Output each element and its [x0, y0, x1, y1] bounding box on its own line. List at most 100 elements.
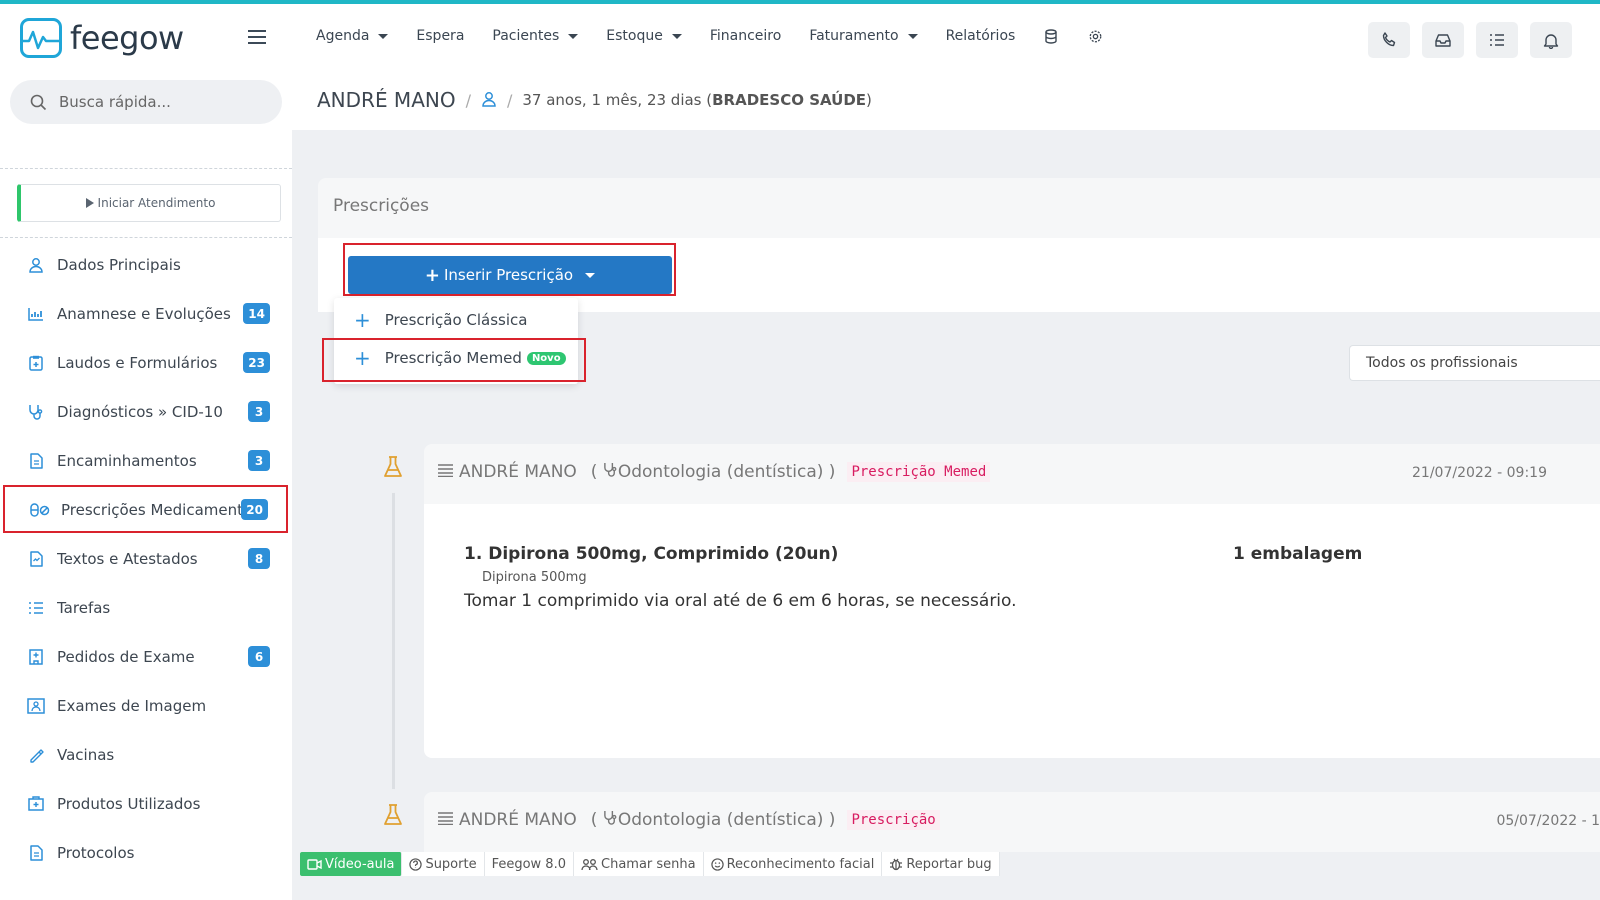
- card-header-left: ANDRÉ MANO ( Odontologia (dentística) ) …: [438, 810, 940, 830]
- start-appointment-label: Iniciar Atendimento: [97, 196, 216, 210]
- inbox-button[interactable]: [1422, 22, 1464, 58]
- stethoscope-icon: [603, 810, 618, 830]
- user-icon: [26, 255, 46, 275]
- list-icon[interactable]: [438, 462, 453, 482]
- sidebar-item-encaminhamentos[interactable]: Encaminhamentos 3: [0, 436, 292, 485]
- caret-down-icon: [568, 33, 579, 39]
- settings-icon[interactable]: [1087, 28, 1103, 44]
- nav-label: Faturamento: [809, 28, 899, 44]
- main-nav: Agenda Espera Pacientes Estoque Financei…: [316, 28, 1131, 44]
- database-icon[interactable]: [1043, 28, 1059, 44]
- panel-title: Prescrições: [333, 196, 430, 216]
- professional-filter-select[interactable]: Todos os profissionais: [1349, 345, 1600, 381]
- caret-down-icon: [378, 33, 389, 39]
- syringe-icon: [26, 745, 46, 765]
- count-badge: 6: [248, 646, 270, 667]
- filter-value: Todos os profissionais: [1366, 355, 1518, 371]
- box-icon: [26, 794, 46, 814]
- nav-agenda[interactable]: Agenda: [316, 28, 389, 44]
- nav-estoque[interactable]: Estoque: [606, 28, 682, 44]
- sidebar-menu: Dados Principais Anamnese e Evoluções 14…: [0, 240, 292, 877]
- nav-label: Agenda: [316, 28, 370, 44]
- dropdown-item-prescricao-classica[interactable]: + Prescrição Clássica: [354, 308, 527, 332]
- image-icon: [26, 696, 46, 716]
- dropdown-item-label: Prescrição Clássica: [384, 311, 528, 329]
- footer-label: Feegow 8.0: [491, 856, 566, 872]
- record-date: 21/07/2022 - 09:19: [1412, 465, 1547, 481]
- nav-faturamento[interactable]: Faturamento: [809, 28, 918, 44]
- medication-subtitle: Dipirona 500mg: [482, 570, 587, 585]
- sidebar-item-exames-imagem[interactable]: Exames de Imagem: [0, 681, 292, 730]
- sidebar-item-tarefas[interactable]: Tarefas: [0, 583, 292, 632]
- top-navbar: feegow Agenda Espera Pacientes Estoque F…: [0, 4, 1600, 72]
- support-link[interactable]: Suporte: [402, 852, 485, 876]
- tasks-button[interactable]: [1476, 22, 1518, 58]
- sidebar-item-label: Tarefas: [57, 598, 111, 617]
- flask-icon: [367, 441, 419, 493]
- bell-icon: [1543, 33, 1559, 49]
- report-bug-link[interactable]: Reportar bug: [882, 852, 1000, 876]
- specialty-text: Odontologia (dentística): [617, 462, 824, 482]
- nav-label: Relatórios: [945, 28, 1016, 44]
- users-icon: [581, 858, 598, 870]
- sidebar-item-label: Vacinas: [57, 745, 115, 764]
- user-icon[interactable]: [481, 88, 497, 112]
- highlight-box: [343, 243, 676, 296]
- sidebar-item-vacinas[interactable]: Vacinas: [0, 730, 292, 779]
- sidebar-item-dados-principais[interactable]: Dados Principais: [0, 240, 292, 289]
- sidebar: Iniciar Atendimento Dados Principais Ana…: [0, 72, 292, 900]
- video-lesson-link[interactable]: Vídeo-aula: [300, 852, 403, 876]
- breadcrumb: ANDRÉ MANO / / 37 anos, 1 mês, 23 dias (…: [317, 88, 872, 112]
- patient-name[interactable]: ANDRÉ MANO: [317, 88, 456, 112]
- search-input[interactable]: [59, 93, 259, 111]
- sidebar-item-protocolos[interactable]: Protocolos: [0, 828, 292, 877]
- patient-age: 37 anos, 1 mês, 23 dias (BRADESCO SAÚDE): [522, 91, 872, 109]
- smile-icon: [710, 857, 724, 871]
- start-appointment-button[interactable]: Iniciar Atendimento: [17, 184, 281, 222]
- divider: [0, 237, 292, 238]
- medication-instructions: Tomar 1 comprimido via oral até de 6 em …: [464, 591, 1017, 611]
- notifications-button[interactable]: [1530, 22, 1572, 58]
- nav-relatorios[interactable]: Relatórios: [946, 28, 1016, 44]
- clipboard-icon: [26, 353, 46, 373]
- chart-icon: [26, 304, 46, 324]
- footer-label: Reportar bug: [906, 856, 992, 872]
- sidebar-item-label: Textos e Atestados: [57, 549, 198, 568]
- record-author: ANDRÉ MANO: [459, 462, 577, 482]
- nav-pacientes[interactable]: Pacientes: [492, 28, 579, 44]
- sidebar-item-laudos[interactable]: Laudos e Formulários 23: [0, 338, 292, 387]
- nav-label: Financeiro: [709, 28, 782, 44]
- sidebar-item-produtos[interactable]: Produtos Utilizados: [0, 779, 292, 828]
- version-label: Feegow 8.0: [485, 852, 574, 876]
- logo-text: feegow: [70, 19, 184, 57]
- record-type-tag: Prescrição: [847, 810, 940, 830]
- timeline-line: [392, 480, 395, 800]
- logo[interactable]: feegow: [20, 18, 184, 58]
- plus-icon: +: [354, 308, 371, 332]
- record-specialty: ( Odontologia (dentística) ): [590, 810, 836, 830]
- nav-financeiro[interactable]: Financeiro: [710, 28, 781, 44]
- quick-search[interactable]: [10, 80, 282, 124]
- patient-header: ANDRÉ MANO / / 37 anos, 1 mês, 23 dias (…: [292, 72, 1600, 130]
- sidebar-item-label: Protocolos: [57, 843, 135, 862]
- call-password-link[interactable]: Chamar senha: [574, 852, 704, 876]
- nav-espera[interactable]: Espera: [416, 28, 464, 44]
- footer-label: Chamar senha: [601, 856, 696, 872]
- list-icon[interactable]: [438, 810, 453, 830]
- topbar-actions: [1356, 22, 1572, 58]
- video-icon: [307, 858, 322, 870]
- record-type-tag: Prescrição Memed: [847, 462, 991, 482]
- sidebar-item-textos[interactable]: Textos e Atestados 8: [0, 534, 292, 583]
- menu-toggle-icon[interactable]: [248, 30, 266, 44]
- document-icon: [26, 451, 46, 471]
- sidebar-item-pedidos-exame[interactable]: Pedidos de Exame 6: [0, 632, 292, 681]
- footer-label: Reconhecimento facial: [726, 856, 875, 872]
- phone-button[interactable]: [1368, 22, 1410, 58]
- sidebar-item-anamnese[interactable]: Anamnese e Evoluções 14: [0, 289, 292, 338]
- sidebar-item-diagnosticos[interactable]: Diagnósticos » CID-10 3: [0, 387, 292, 436]
- footer-label: Suporte: [425, 856, 477, 872]
- sidebar-item-label: Produtos Utilizados: [57, 794, 201, 813]
- count-badge: 3: [248, 401, 270, 422]
- face-recognition-link[interactable]: Reconhecimento facial: [704, 852, 883, 876]
- stethoscope-icon: [603, 462, 618, 482]
